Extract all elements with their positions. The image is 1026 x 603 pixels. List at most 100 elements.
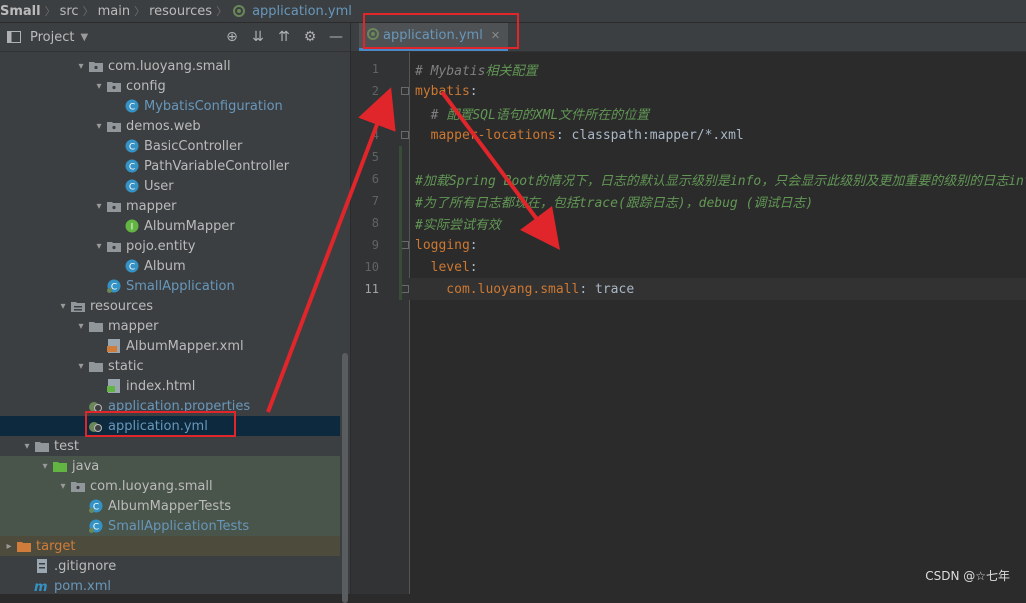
chevron-down-icon[interactable]: ▾ [92, 201, 106, 212]
tree-item[interactable]: index.html [0, 376, 340, 396]
chevron-down-icon[interactable]: ▾ [92, 81, 106, 92]
tree-item-label: target [36, 538, 76, 554]
tree-item[interactable]: AlbumMapper.xml [0, 336, 340, 356]
code-token: # Mybatis [415, 63, 486, 79]
collapse-all-icon[interactable]: ⇈ [276, 29, 292, 45]
chevron-down-icon[interactable]: ▾ [74, 321, 88, 332]
tree-item[interactable]: application.properties [0, 396, 340, 416]
tree-item[interactable]: C AlbumMapperTests [0, 496, 340, 516]
project-panel: Project ▼ ⊕ ⇊ ⇈ ⚙ — ▾ com.luoyang.small ▾ c… [0, 23, 351, 603]
tree-item[interactable]: ▾ resources [0, 296, 340, 316]
code-token: : [469, 237, 478, 253]
chevron-right-icon[interactable]: ▸ [2, 541, 16, 552]
xml-file-icon [106, 338, 122, 354]
tree-item-label: application.yml [108, 418, 208, 434]
tree-item[interactable]: ▾ config [0, 76, 340, 96]
code-line[interactable]: 11 com.luoyang.small: trace [365, 278, 1026, 300]
breadcrumb-separator: 〉 [216, 5, 228, 18]
class-icon: C [124, 258, 140, 274]
fold-marker-icon[interactable] [401, 241, 409, 249]
editor-tabbar: application.yml ✕ [351, 23, 1026, 52]
code-line[interactable]: 3 # 配置SQL语句的XML文件所在的位置 [372, 102, 1026, 124]
gear-icon[interactable]: ⚙ [302, 29, 318, 45]
spring-config-icon [88, 418, 104, 434]
breadcrumb-item[interactable]: Small [0, 4, 45, 19]
expand-all-icon[interactable]: ⇊ [250, 29, 266, 45]
chevron-down-icon[interactable]: ▾ [20, 441, 34, 452]
code-line[interactable]: 9 logging: [372, 234, 1026, 256]
watermark: CSDN @☆七年 [925, 569, 1010, 583]
code-line[interactable]: 10 level: [365, 256, 1026, 278]
breadcrumb-item[interactable]: resources [145, 4, 216, 19]
fold-marker-icon[interactable] [401, 285, 409, 293]
hide-icon[interactable]: — [328, 29, 344, 45]
tree-item-label: pom.xml [54, 578, 111, 594]
tree-scrollbar[interactable] [342, 353, 348, 603]
fold-marker-icon[interactable] [401, 131, 409, 139]
tree-item[interactable]: C SmallApplication [0, 276, 340, 296]
breadcrumb-item[interactable]: src [56, 4, 83, 19]
tree-item[interactable]: ▾ test [0, 436, 340, 456]
tree-item[interactable]: ▾ pojo.entity [0, 236, 340, 256]
code-line[interactable]: 1 # Mybatis相关配置 [372, 58, 1026, 80]
chevron-down-icon[interactable]: ▾ [74, 61, 88, 72]
tree-item-label: test [54, 438, 79, 454]
tree-item-label: demos.web [126, 118, 201, 134]
tree-item[interactable]: ▾ com.luoyang.small [0, 56, 340, 76]
spring-class-icon: C [106, 278, 122, 294]
tree-item-label: AlbumMapper [144, 218, 235, 234]
tree-item[interactable]: ▾ com.luoyang.small [0, 476, 340, 496]
locate-icon[interactable]: ⊕ [224, 29, 240, 45]
code-line[interactable]: 8 #实际尝试有效 [372, 212, 1026, 234]
tree-item-label: SmallApplication [126, 278, 235, 294]
tree-item[interactable]: application.yml [0, 416, 340, 436]
tree-item[interactable]: I AlbumMapper [0, 216, 340, 236]
chevron-down-icon[interactable]: ▾ [56, 301, 70, 312]
chevron-down-icon[interactable]: ▾ [92, 121, 106, 132]
close-icon[interactable]: ✕ [491, 29, 500, 42]
code-token: mapper-locations [415, 127, 556, 143]
tree-item-label: .gitignore [54, 558, 117, 574]
breadcrumb-item[interactable]: main [94, 4, 134, 19]
tree-item[interactable]: ▾ static [0, 356, 340, 376]
fold-marker-icon[interactable] [401, 87, 409, 95]
code-line[interactable]: 7 #为了所有日志都现在，包括trace(跟踪日志)，debug (调试日志) [372, 190, 1026, 212]
tree-item-label: resources [90, 298, 154, 314]
tree-item[interactable]: ▾ demos.web [0, 116, 340, 136]
tree-item[interactable]: ▸ target [0, 536, 340, 556]
tree-item[interactable]: C SmallApplicationTests [0, 516, 340, 536]
code-text: #加载Spring Boot的情况下，日志的默认显示级别是info，只会显示此级… [415, 170, 1026, 189]
code-line[interactable]: 6 #加载Spring Boot的情况下，日志的默认显示级别是info，只会显示此… [372, 168, 1026, 190]
code-line[interactable]: 4 mapper-locations: classpath:mapper/*.x… [372, 124, 1026, 146]
project-panel-title[interactable]: Project [30, 30, 74, 45]
tree-item[interactable]: C User [0, 176, 340, 196]
project-dropdown-icon[interactable]: ▼ [80, 32, 88, 43]
tree-item[interactable]: .gitignore [0, 556, 340, 576]
line-number: 1 [371, 62, 379, 76]
code-text: # 配置SQL语句的XML文件所在的位置 [415, 104, 650, 123]
tree-item[interactable]: C MybatisConfiguration [0, 96, 340, 116]
tree-item[interactable]: C Album [0, 256, 340, 276]
tree-item-label: AlbumMapperTests [108, 498, 232, 514]
class-icon: C [124, 158, 140, 174]
breadcrumb-separator: 〉 [134, 5, 146, 18]
package-icon [106, 118, 122, 134]
chevron-down-icon[interactable]: ▾ [92, 241, 106, 252]
chevron-down-icon[interactable]: ▾ [56, 481, 70, 492]
code-line[interactable]: 2 mybatis: [372, 80, 1026, 102]
code-token: 相关配置 [485, 63, 538, 79]
tab-application-yml[interactable]: application.yml ✕ [359, 23, 509, 51]
tree-item[interactable]: ▾ mapper [0, 196, 340, 216]
tree-item[interactable]: C BasicController [0, 136, 340, 156]
tree-item[interactable]: C PathVariableController [0, 156, 340, 176]
tree-item[interactable]: ▾ java [0, 456, 340, 476]
code-token: logging [415, 237, 470, 253]
tree-item[interactable]: ▾ mapper [0, 316, 340, 336]
breadcrumb-item[interactable]: application.yml [248, 4, 356, 19]
chevron-down-icon[interactable]: ▾ [38, 461, 52, 472]
chevron-down-icon[interactable]: ▾ [74, 361, 88, 372]
spring-class-icon: C [88, 498, 104, 514]
code-line[interactable]: 5 [372, 146, 1026, 168]
tree-item[interactable]: m pom.xml [0, 576, 340, 596]
tree-item-label: mapper [108, 318, 159, 334]
